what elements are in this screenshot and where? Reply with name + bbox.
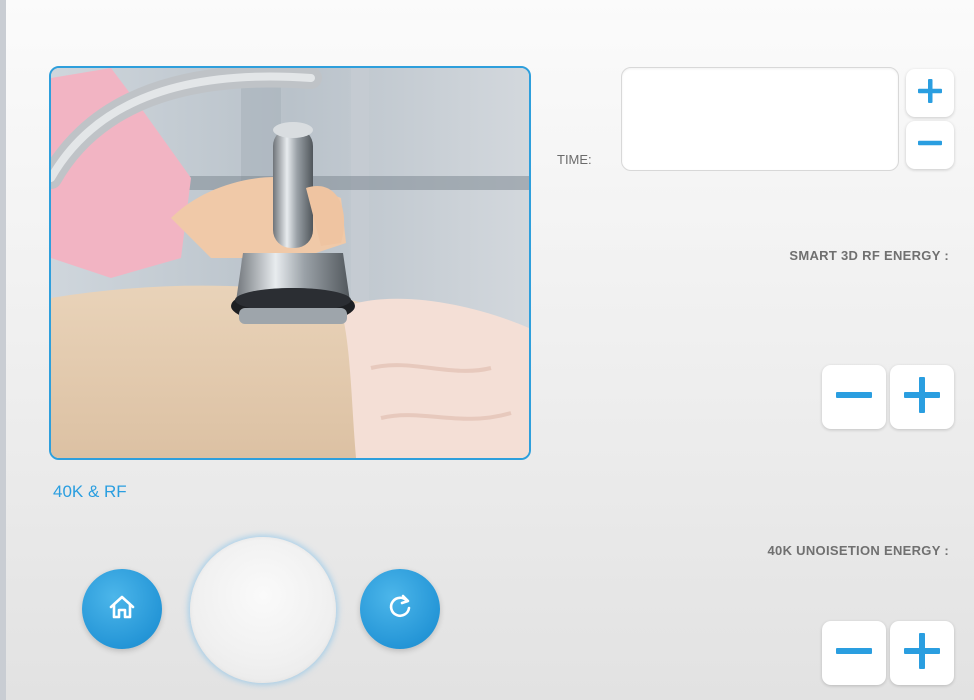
time-display (621, 67, 899, 171)
cavitation-energy-label: 40K UNOISETION ENERGY : (767, 543, 949, 558)
plus-icon (902, 631, 942, 676)
rf-energy-label: SMART 3D RF ENERGY : (789, 248, 949, 263)
treatment-image (49, 66, 531, 460)
start-button[interactable] (190, 537, 336, 683)
home-button[interactable] (82, 569, 162, 649)
plus-icon (916, 77, 944, 110)
minus-icon (834, 631, 874, 676)
minus-icon (834, 375, 874, 420)
cavitation-energy-decrease-button[interactable] (822, 621, 886, 685)
reset-button[interactable] (360, 569, 440, 649)
rf-energy-decrease-button[interactable] (822, 365, 886, 429)
mode-title: 40K & RF (53, 482, 127, 501)
refresh-icon (385, 592, 415, 627)
minus-icon (916, 129, 944, 162)
time-increase-button[interactable] (906, 69, 954, 117)
rf-energy-increase-button[interactable] (890, 365, 954, 429)
time-decrease-button[interactable] (906, 121, 954, 169)
left-edge-bar (0, 0, 6, 700)
cavitation-energy-increase-button[interactable] (890, 621, 954, 685)
time-label: TIME: (557, 152, 592, 167)
plus-icon (902, 375, 942, 420)
home-icon (107, 592, 137, 627)
